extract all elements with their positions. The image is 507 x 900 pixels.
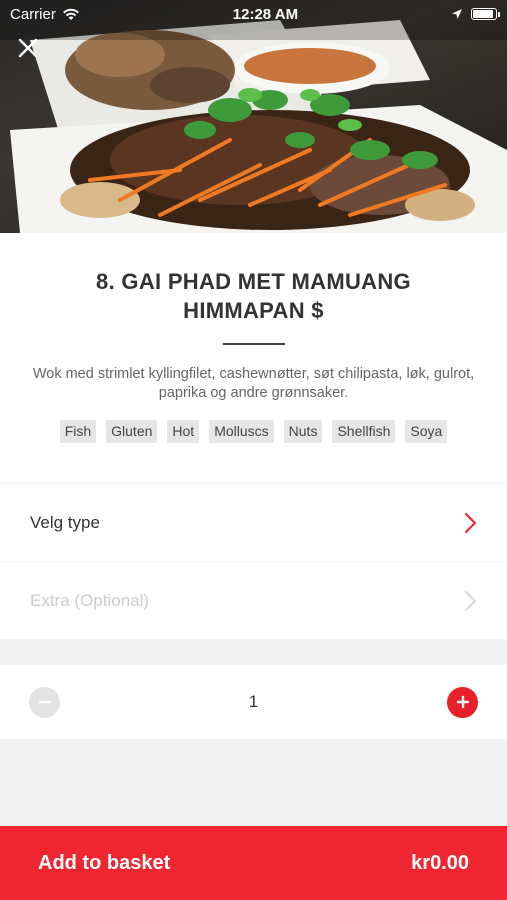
quantity-value: 1 — [248, 692, 259, 711]
dish-title: 8. GAI PHAD MET MAMUANG HIMMAPAN $ — [96, 269, 411, 323]
battery-level — [473, 10, 493, 18]
battery-icon — [471, 8, 500, 20]
allergen-tag: Molluscs — [209, 420, 274, 443]
allergen-tag: Gluten — [106, 420, 158, 443]
status-bar: Carrier 12:28 AM — [0, 0, 507, 28]
title-divider — [222, 343, 285, 345]
chevron-right-icon — [464, 590, 477, 611]
quantity-stepper: 1 — [0, 665, 507, 739]
chevron-right-icon — [464, 512, 477, 533]
status-time: 12:28 AM — [232, 5, 299, 23]
dish-photo-illustration — [0, 0, 507, 233]
allergen-tag: Soya — [405, 420, 448, 443]
select-type-label: Velg type — [30, 512, 100, 532]
allergen-tag: Nuts — [283, 420, 323, 443]
location-arrow-icon — [452, 9, 462, 19]
dish-description: Wok med strimlet kyllingfilet, cashewnøt… — [32, 366, 475, 401]
allergen-tag: Shellfish — [332, 420, 396, 443]
dish-photo: Carrier 12:28 AM — [0, 0, 507, 233]
extra-optional-row[interactable]: Extra (Optional) — [0, 562, 507, 639]
add-to-basket-label: Add to basket — [38, 851, 171, 874]
close-icon — [18, 38, 38, 58]
allergen-tag: Fish — [59, 420, 97, 443]
dish-info-card: 8. GAI PHAD MET MAMUANG HIMMAPAN $ Wok m… — [0, 233, 507, 483]
extra-optional-label: Extra (Optional) — [30, 590, 150, 610]
close-button[interactable] — [14, 34, 42, 62]
select-type-row[interactable]: Velg type — [0, 484, 507, 561]
add-to-basket-button[interactable]: Add to basket kr0.00 — [0, 826, 507, 900]
increase-quantity-button[interactable] — [447, 686, 478, 718]
wifi-icon — [62, 8, 79, 20]
carrier-label: Carrier — [10, 5, 56, 23]
minus-icon — [38, 700, 51, 704]
allergen-tags: Fish Gluten Hot Molluscs Nuts Shellfish … — [0, 420, 507, 443]
decrease-quantity-button[interactable] — [29, 686, 60, 718]
basket-total-price: kr0.00 — [411, 851, 469, 874]
plus-icon — [456, 695, 469, 709]
allergen-tag: Hot — [167, 420, 200, 443]
